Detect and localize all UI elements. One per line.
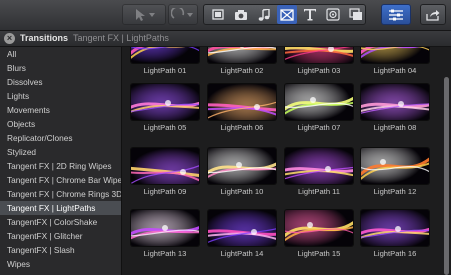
transition-label: LightPath 13 [143, 249, 187, 258]
transition-label: LightPath 10 [220, 187, 264, 196]
sidebar-item[interactable]: TangentFX | Glitcher [0, 229, 121, 243]
transition-label: LightPath 05 [143, 123, 187, 132]
transition-label: LightPath 09 [143, 187, 187, 196]
browser-title: Transitions [20, 33, 69, 43]
transition-label: LightPath 11 [297, 187, 341, 196]
share-icon [426, 9, 440, 21]
transition-thumbnail [131, 84, 199, 120]
inspector-icon [389, 9, 403, 20]
transition-item[interactable]: LightPath 02 [208, 47, 276, 75]
sidebar-item[interactable]: Tangent FX | Chrome Bar Wipes [0, 173, 121, 187]
transition-thumbnail [361, 210, 429, 246]
themes-browser-button[interactable] [346, 5, 366, 24]
sidebar-item[interactable]: TangentFX | ColorShake [0, 215, 121, 229]
sidebar-item[interactable]: Objects [0, 117, 121, 131]
browser-button-group [203, 4, 366, 25]
clip-browser-icon [212, 8, 224, 20]
transitions-browser-icon [280, 8, 294, 21]
generators-browser-icon [326, 8, 340, 21]
transition-thumbnail [208, 47, 276, 63]
transition-item[interactable]: LightPath 04 [361, 47, 429, 75]
transition-thumbnail [361, 148, 429, 184]
themes-browser-icon [349, 8, 362, 20]
transition-item[interactable]: LightPath 08 [361, 84, 429, 132]
transition-item[interactable]: LightPath 09 [131, 148, 199, 196]
toolbar [0, 0, 451, 31]
titles-browser-button[interactable] [300, 5, 320, 24]
transition-thumbnail [361, 84, 429, 120]
transition-thumbnail [208, 210, 276, 246]
sidebar-item[interactable]: Blurs [0, 61, 121, 75]
transition-thumbnail [285, 47, 353, 63]
sidebar-item[interactable]: Tangent FX | LightPaths [0, 201, 121, 215]
close-browser-icon[interactable]: × [4, 33, 15, 44]
transition-label: LightPath 12 [373, 187, 417, 196]
sidebar-item[interactable]: Tangent FX | 2D Ring Wipes [0, 159, 121, 173]
transition-item[interactable]: LightPath 14 [208, 210, 276, 258]
transition-item[interactable]: LightPath 03 [285, 47, 353, 75]
sidebar-item[interactable]: Wipes [0, 257, 121, 271]
sidebar-item[interactable]: All [0, 47, 121, 61]
share-button[interactable] [420, 4, 446, 25]
transition-label: LightPath 15 [297, 249, 341, 258]
transition-thumbnail [131, 148, 199, 184]
transition-label: LightPath 06 [220, 123, 264, 132]
transition-thumbnail [285, 148, 353, 184]
transition-label: LightPath 02 [220, 66, 264, 75]
transition-thumbnail [131, 210, 199, 246]
titles-browser-icon [304, 9, 316, 21]
transition-thumbnail [285, 84, 353, 120]
transition-label: LightPath 14 [220, 249, 264, 258]
breadcrumb: Tangent FX | LightPaths [73, 33, 169, 43]
transition-label: LightPath 08 [373, 123, 417, 132]
transition-item[interactable]: LightPath 06 [208, 84, 276, 132]
select-tool-button[interactable] [122, 4, 166, 25]
sidebar-item[interactable]: Replicator/Clones [0, 131, 121, 145]
transition-thumbnail [285, 210, 353, 246]
select-tool-icon [136, 8, 155, 21]
transition-label: LightPath 04 [373, 66, 417, 75]
transition-thumbnail [361, 47, 429, 63]
transition-item[interactable]: LightPath 15 [285, 210, 353, 258]
sidebar-item[interactable]: Tangent FX | Chrome Rings 3D [0, 187, 121, 201]
photo-browser-icon [235, 9, 247, 20]
transitions-grid: LightPath 01 LightPath 02 LightPath 03 Ligh… [122, 47, 441, 275]
transition-item[interactable]: LightPath 11 [285, 148, 353, 196]
sidebar-item[interactable]: Movements [0, 103, 121, 117]
transition-item[interactable]: LightPath 07 [285, 84, 353, 132]
transitions-browser-button[interactable] [277, 5, 297, 24]
transition-thumbnail [208, 84, 276, 120]
transition-item[interactable]: LightPath 13 [131, 210, 199, 258]
transition-thumbnail [131, 47, 199, 63]
transition-label: LightPath 07 [297, 123, 341, 132]
retime-tool-icon [171, 7, 193, 19]
retime-button[interactable] [168, 4, 198, 25]
inspector-button[interactable] [381, 4, 411, 25]
transition-label: LightPath 01 [143, 66, 187, 75]
sidebar-item[interactable]: Lights [0, 89, 121, 103]
transition-label: LightPath 03 [297, 66, 341, 75]
sidebar-item[interactable]: TangentFX | Slash [0, 243, 121, 257]
clip-browser-button[interactable] [208, 5, 228, 24]
browser-header: × Transitions Tangent FX | LightPaths [0, 31, 451, 47]
transition-label: LightPath 16 [373, 249, 417, 258]
scrollbar-thumb[interactable] [444, 77, 449, 275]
transition-item[interactable]: LightPath 10 [208, 148, 276, 196]
music-browser-icon [258, 8, 270, 21]
generators-browser-button[interactable] [323, 5, 343, 24]
music-browser-button[interactable] [254, 5, 274, 24]
sidebar-item[interactable]: Dissolves [0, 75, 121, 89]
transition-item[interactable]: LightPath 05 [131, 84, 199, 132]
transition-item[interactable]: LightPath 12 [361, 148, 429, 196]
sidebar-item[interactable]: Stylized [0, 145, 121, 159]
transition-item[interactable]: LightPath 16 [361, 210, 429, 258]
transition-item[interactable]: LightPath 01 [131, 47, 199, 75]
category-sidebar: All Blurs Dissolves Lights Movements Objects R… [0, 47, 122, 275]
transition-thumbnail [208, 148, 276, 184]
photo-browser-button[interactable] [231, 5, 251, 24]
